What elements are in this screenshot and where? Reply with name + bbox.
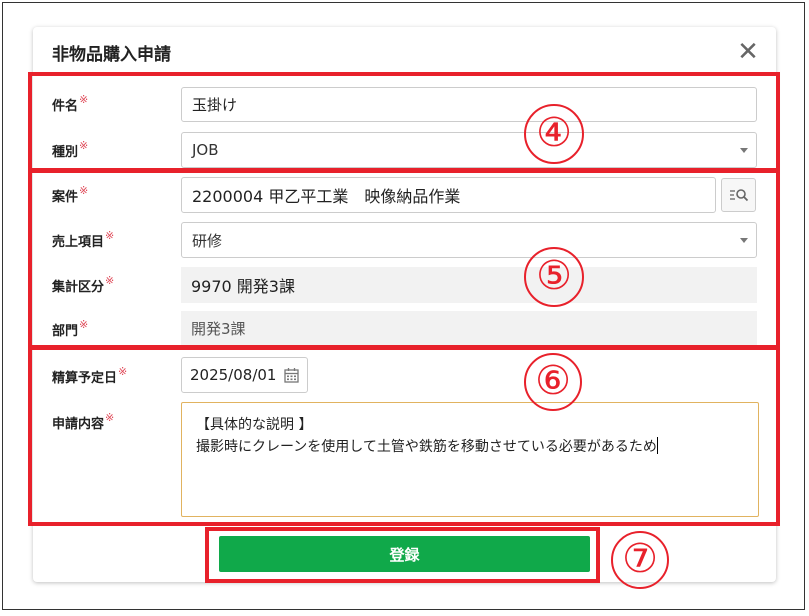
close-icon[interactable]: ✕ <box>736 38 760 66</box>
step-number-5: ⑤ <box>524 247 584 307</box>
step-number-4: ④ <box>524 104 584 164</box>
highlight-box-6 <box>28 346 780 526</box>
highlight-box-4 <box>28 72 780 172</box>
step-number-6: ⑥ <box>524 353 582 411</box>
step-number-7: ⑦ <box>611 531 669 589</box>
highlight-box-7 <box>205 527 600 583</box>
dialog-title: 非物品購入申請 <box>52 45 171 65</box>
highlight-box-5 <box>28 169 780 349</box>
